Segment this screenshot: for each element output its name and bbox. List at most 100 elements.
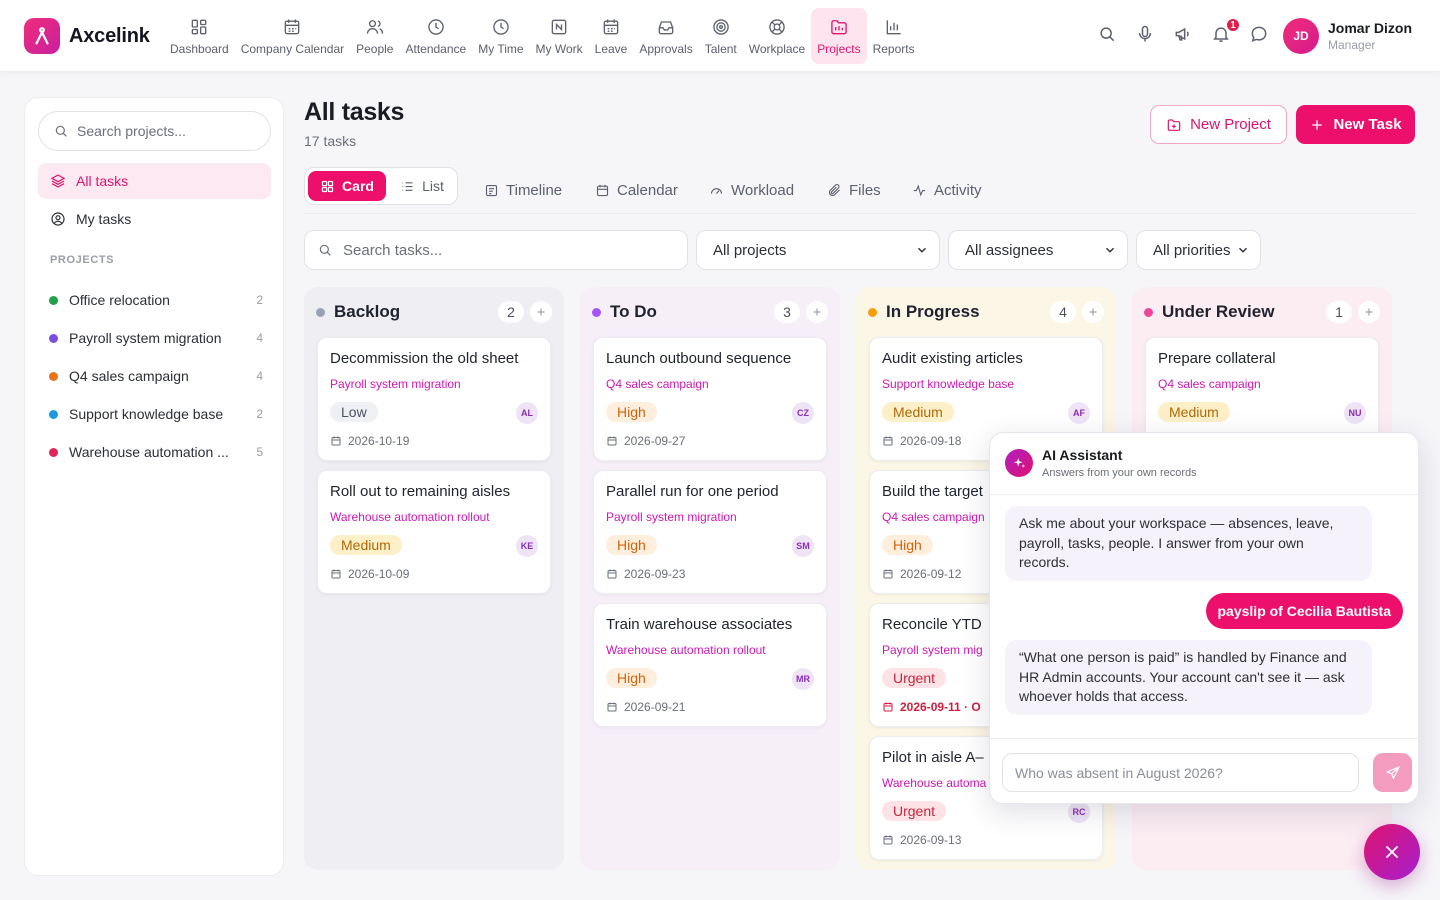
task-count: 17 tasks bbox=[304, 133, 357, 149]
column-count: 2 bbox=[498, 301, 524, 323]
user-menu[interactable]: JD Jomar Dizon Manager bbox=[1283, 18, 1412, 54]
project-search-input[interactable]: Search projects... bbox=[38, 111, 271, 151]
tab-files[interactable]: Files bbox=[827, 180, 881, 200]
nav-my-time[interactable]: My Time bbox=[472, 8, 529, 64]
assignee-avatar[interactable]: AF bbox=[1068, 402, 1090, 424]
add-task-button[interactable] bbox=[806, 301, 828, 323]
due-date-text: 2026-09-13 bbox=[900, 833, 962, 847]
nav-workplace[interactable]: Workplace bbox=[743, 8, 811, 64]
nav-attendance[interactable]: Attendance bbox=[399, 8, 472, 64]
nav-dashboard[interactable]: Dashboard bbox=[164, 8, 235, 64]
sidebar-project[interactable]: Support knowledge base 2 bbox=[49, 402, 263, 426]
assignees-filter-select[interactable]: All assignees bbox=[948, 230, 1128, 270]
new-project-button[interactable]: New Project bbox=[1150, 105, 1287, 144]
add-task-button[interactable] bbox=[1082, 301, 1104, 323]
nav-my-work[interactable]: My Work bbox=[530, 8, 589, 64]
assignee-avatar[interactable]: MR bbox=[792, 668, 814, 690]
due-date: 2026-09-11 · O bbox=[882, 700, 981, 714]
ai-assistant-footer: Who was absent in August 2026? bbox=[990, 738, 1418, 803]
priority-badge: Medium bbox=[882, 402, 954, 422]
tab-label: Calendar bbox=[617, 181, 678, 199]
nav-label: Projects bbox=[817, 41, 861, 56]
task-project[interactable]: Payroll system migration bbox=[330, 377, 461, 391]
view-list-button[interactable]: List bbox=[389, 171, 455, 201]
nav-people[interactable]: People bbox=[350, 8, 399, 64]
calendar-icon bbox=[596, 184, 609, 196]
nav-company-calendar[interactable]: Company Calendar bbox=[235, 8, 350, 64]
task-title: Reconcile YTD bbox=[882, 616, 982, 633]
assignee-avatar[interactable]: RC bbox=[1068, 801, 1090, 823]
user-message: payslip of Cecilia Bautista bbox=[1205, 593, 1403, 629]
ai-assistant-header: AI Assistant Answers from your own recor… bbox=[990, 433, 1418, 495]
task-project[interactable]: Support knowledge base bbox=[882, 377, 1014, 391]
task-project[interactable]: Payroll system migration bbox=[606, 510, 737, 524]
task-card[interactable]: Train warehouse associates Warehouse auto… bbox=[593, 603, 827, 727]
assignee-avatar[interactable]: AL bbox=[516, 402, 538, 424]
tab-workload[interactable]: Workload bbox=[709, 180, 794, 200]
tab-calendar[interactable]: Calendar bbox=[595, 180, 678, 200]
ai-assistant-panel: AI Assistant Answers from your own recor… bbox=[989, 432, 1419, 804]
task-card[interactable]: Roll out to remaining aisles Warehouse au… bbox=[317, 470, 551, 594]
priorities-filter-select[interactable]: All priorities bbox=[1136, 230, 1261, 270]
brand[interactable]: Axcelink bbox=[24, 18, 150, 54]
task-project[interactable]: Q4 sales campaign bbox=[882, 510, 985, 524]
folder-plus-icon bbox=[1167, 118, 1181, 131]
due-date: 2026-10-19 bbox=[330, 434, 409, 448]
task-project[interactable]: Payroll system mig bbox=[882, 643, 983, 657]
task-project[interactable]: Q4 sales campaign bbox=[606, 377, 709, 391]
sidebar-item-my-tasks[interactable]: My tasks bbox=[38, 201, 271, 237]
project-name: Warehouse automation ... bbox=[69, 444, 229, 460]
sidebar-project[interactable]: Payroll system migration 4 bbox=[49, 326, 263, 350]
project-color-dot bbox=[49, 295, 58, 305]
task-card[interactable]: Decommission the old sheet Payroll system… bbox=[317, 337, 551, 461]
tab-activity[interactable]: Activity bbox=[912, 180, 982, 200]
messages-button[interactable] bbox=[1249, 24, 1269, 46]
sidebar-item-all-tasks[interactable]: All tasks bbox=[38, 163, 271, 199]
assignee-avatar[interactable]: SM bbox=[792, 535, 814, 557]
new-task-button[interactable]: New Task bbox=[1296, 105, 1415, 144]
projects-filter-select[interactable]: All projects bbox=[696, 230, 940, 270]
column-count: 1 bbox=[1326, 301, 1352, 323]
view-card-button[interactable]: Card bbox=[308, 171, 386, 201]
layers-icon bbox=[50, 174, 66, 188]
nav-reports[interactable]: Reports bbox=[867, 8, 921, 64]
projects-sidebar: Search projects... All tasks My tasks PR… bbox=[24, 97, 284, 876]
paperclip-icon bbox=[828, 183, 840, 196]
project-count: 2 bbox=[256, 293, 263, 307]
column-count: 4 bbox=[1050, 301, 1076, 323]
nav-projects[interactable]: Projects bbox=[811, 8, 867, 64]
assignee-avatar[interactable]: NU bbox=[1344, 402, 1366, 424]
notification-badge: 1 bbox=[1225, 17, 1241, 33]
nav-leave[interactable]: Leave bbox=[589, 8, 634, 64]
sidebar-project[interactable]: Warehouse automation ... 5 bbox=[49, 440, 263, 464]
task-project[interactable]: Warehouse automation rollout bbox=[330, 510, 490, 524]
nav-talent[interactable]: Talent bbox=[699, 8, 743, 64]
ai-message-input[interactable]: Who was absent in August 2026? bbox=[1002, 753, 1359, 792]
notifications-button[interactable]: 1 bbox=[1211, 17, 1241, 46]
task-project[interactable]: Q4 sales campaign bbox=[1158, 377, 1261, 391]
task-title: Roll out to remaining aisles bbox=[330, 483, 511, 500]
tab-timeline[interactable]: Timeline bbox=[484, 180, 562, 200]
search-button[interactable] bbox=[1097, 24, 1117, 46]
assignee-avatar[interactable]: CZ bbox=[792, 402, 814, 424]
tab-divider bbox=[304, 213, 1416, 214]
task-project[interactable]: Warehouse automa bbox=[882, 776, 986, 790]
assignee-avatar[interactable]: KE bbox=[516, 535, 538, 557]
task-card[interactable]: Launch outbound sequence Q4 sales campaig… bbox=[593, 337, 827, 461]
announcements-button[interactable] bbox=[1173, 24, 1193, 46]
close-assistant-button[interactable] bbox=[1364, 824, 1420, 880]
task-project[interactable]: Warehouse automation rollout bbox=[606, 643, 766, 657]
add-task-button[interactable] bbox=[530, 301, 552, 323]
nav-approvals[interactable]: Approvals bbox=[633, 8, 698, 64]
voice-button[interactable] bbox=[1135, 24, 1155, 46]
send-button[interactable] bbox=[1373, 753, 1412, 792]
plus-icon bbox=[813, 308, 821, 316]
column-title: Under Review bbox=[1162, 302, 1275, 321]
task-card[interactable]: Parallel run for one period Payroll syste… bbox=[593, 470, 827, 594]
people-icon bbox=[366, 19, 383, 34]
sidebar-project[interactable]: Office relocation 2 bbox=[49, 288, 263, 312]
task-title: Build the target bbox=[882, 483, 983, 500]
task-search-input[interactable]: Search tasks... bbox=[304, 230, 688, 270]
add-task-button[interactable] bbox=[1358, 301, 1380, 323]
sidebar-project[interactable]: Q4 sales campaign 4 bbox=[49, 364, 263, 388]
